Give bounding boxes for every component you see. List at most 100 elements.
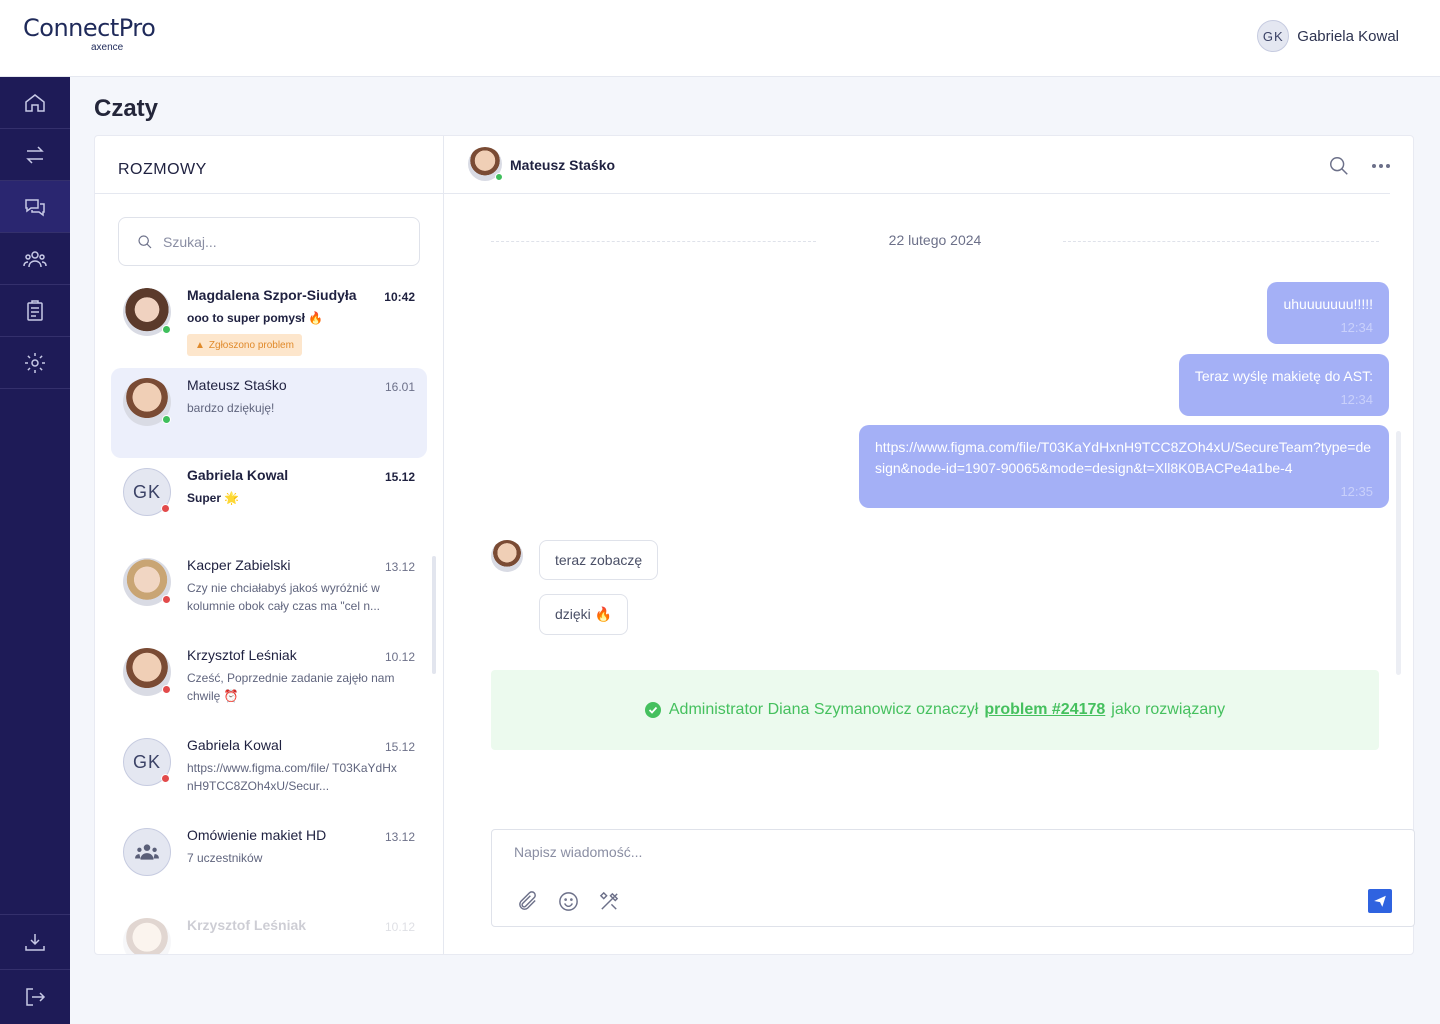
problem-badge: ▲ Zgłoszono problem [187, 334, 302, 356]
message-time: 12:35 [1340, 484, 1373, 499]
offline-indicator [161, 504, 170, 513]
send-button[interactable] [1368, 889, 1392, 913]
message-preview: Super 🌟 [187, 491, 240, 505]
message-time: 12:34 [1340, 320, 1373, 335]
message-preview: Czy nie chciałabyś jakoś wyróżnić w kolu… [187, 581, 381, 613]
conversation-item[interactable]: Kacper Zabielski 13.12 Czy nie chciałaby… [111, 548, 427, 638]
avatar [123, 918, 171, 954]
incoming-message[interactable]: teraz zobaczę [539, 540, 659, 580]
group-name: Omówienie makiet HD [187, 827, 327, 843]
chat-header: Mateusz Staśko [444, 136, 1390, 194]
message-time: 15.12 [384, 470, 415, 484]
contact-name: Mateusz Staśko [187, 377, 287, 393]
message-link[interactable]: https://www.figma.com/file/T03KaYdHxnH9T… [875, 439, 1371, 476]
group-avatar [123, 828, 171, 876]
nav-chats[interactable] [0, 181, 70, 233]
nav-transfers[interactable] [0, 129, 70, 181]
list-scrollbar[interactable] [432, 556, 436, 674]
message-preview: Cześć, Poprzednie zadanie zajęło nam chw… [187, 671, 395, 703]
notice-text: Administrator Diana Szymanowicz oznaczył [668, 701, 979, 718]
conversations-heading: ROZMOWY [118, 161, 207, 178]
nav-logout[interactable] [0, 969, 70, 1024]
conversation-item[interactable]: Krzysztof Leśniak 10.12 [111, 908, 427, 954]
sender-avatar [491, 540, 523, 572]
page-title: Czaty [94, 95, 159, 122]
message-text: Teraz wyślę makietę do AST: [1194, 368, 1373, 384]
online-indicator [495, 173, 503, 181]
badge-label: Zgłoszono problem [208, 339, 294, 351]
avatar-initials: GK [132, 481, 161, 502]
conversation-item[interactable]: Magdalena Szpor-Siudyła 10:42 ooo to sup… [111, 278, 427, 368]
avatar [123, 558, 171, 606]
logout-icon [26, 988, 46, 1006]
nav-download[interactable] [0, 914, 70, 969]
user-avatar: GK [1257, 20, 1290, 52]
paperclip-icon[interactable] [516, 890, 539, 913]
avatar [123, 648, 171, 696]
clipboard-icon [27, 299, 43, 321]
contact-name: Gabriela Kowal [187, 467, 289, 483]
avatar: GK [123, 468, 171, 516]
chat-scrollbar[interactable] [1396, 431, 1401, 675]
conversations-list: ROZMOWY Magdalena Szpor-Siudyła 10:42 oo… [95, 136, 444, 954]
avatar-initials: GK [132, 751, 161, 772]
contact-name: Krzysztof Leśniak [187, 917, 307, 933]
offline-indicator [162, 595, 171, 604]
contact-name: Mateusz Staśko [510, 157, 616, 173]
message-time: 13.12 [384, 560, 415, 574]
message-composer [491, 829, 1415, 927]
message-time: 10:42 [384, 290, 415, 304]
message-time: 10.12 [384, 650, 415, 664]
download-icon [25, 934, 45, 951]
transfer-arrows-icon [26, 145, 44, 164]
more-options-icon[interactable] [1372, 164, 1390, 168]
message-input[interactable] [514, 844, 1374, 868]
incoming-message[interactable]: dzięki 🔥 [539, 594, 629, 635]
logo-subtext: axence [91, 42, 124, 53]
conversation-items: Magdalena Szpor-Siudyła 10:42 ooo to sup… [95, 278, 443, 954]
check-circle-icon [644, 702, 661, 718]
user-menu[interactable]: GK Gabriela Kowal [1257, 20, 1399, 52]
chat-bubbles-icon [25, 198, 45, 216]
search-input[interactable] [163, 233, 403, 250]
outgoing-message-link[interactable]: https://www.figma.com/file/T03KaYdHxnH9T… [859, 425, 1389, 508]
conversation-item[interactable]: GK Gabriela Kowal 15.12 https://www.figm… [111, 728, 427, 818]
search-icon[interactable] [1328, 155, 1350, 177]
message-preview: ooo to super pomysł 🔥 [187, 311, 324, 325]
contact-name: Krzysztof Leśniak [187, 647, 297, 663]
search-box[interactable] [118, 217, 420, 266]
problem-link[interactable]: problem #24178 [984, 701, 1105, 719]
message-time: 12:34 [1340, 392, 1373, 407]
resolved-notice: Administrator Diana Szymanowicz oznaczył… [491, 670, 1379, 750]
search-icon [138, 234, 152, 248]
nav-settings[interactable] [0, 337, 70, 389]
outgoing-message[interactable]: Teraz wyślę makietę do AST: 12:34 [1178, 354, 1389, 416]
participants-count: 7 uczestników [187, 851, 263, 865]
avatar [123, 288, 171, 336]
home-icon [25, 93, 45, 112]
message-time: 10.12 [384, 920, 415, 934]
top-bar: ConnectPro axence GK Gabriela Kowal [0, 0, 1440, 77]
message-preview: bardzo dziękuję! [187, 401, 275, 415]
date-label: 22 lutego 2024 [888, 232, 982, 248]
users-icon [23, 250, 47, 267]
notice-suffix: jako rozwiązany [1111, 701, 1226, 718]
conversation-item[interactable]: Krzysztof Leśniak 10.12 Cześć, Poprzedni… [111, 638, 427, 728]
nav-tasks[interactable] [0, 285, 70, 337]
app-logo[interactable]: ConnectPro axence [23, 14, 156, 53]
sidebar-nav [0, 77, 70, 1024]
conversation-item[interactable]: GK Gabriela Kowal 15.12 Super 🌟 [111, 458, 427, 548]
conversation-item-group[interactable]: Omówienie makiet HD 13.12 7 uczestników [111, 818, 427, 908]
message-time: 13.12 [384, 830, 415, 844]
user-name: Gabriela Kowal [1297, 27, 1399, 45]
nav-home[interactable] [0, 77, 70, 129]
offline-indicator [161, 774, 170, 783]
warning-icon: ▲ [195, 339, 205, 351]
emoji-icon[interactable] [557, 890, 580, 913]
avatar: GK [123, 738, 171, 786]
tools-icon[interactable] [598, 890, 621, 913]
gear-icon [25, 352, 45, 373]
nav-users[interactable] [0, 233, 70, 285]
outgoing-message[interactable]: uhuuuuuuu!!!!! 12:34 [1267, 282, 1389, 344]
conversation-item-selected[interactable]: Mateusz Staśko 16.01 bardzo dziękuję! [111, 368, 427, 458]
